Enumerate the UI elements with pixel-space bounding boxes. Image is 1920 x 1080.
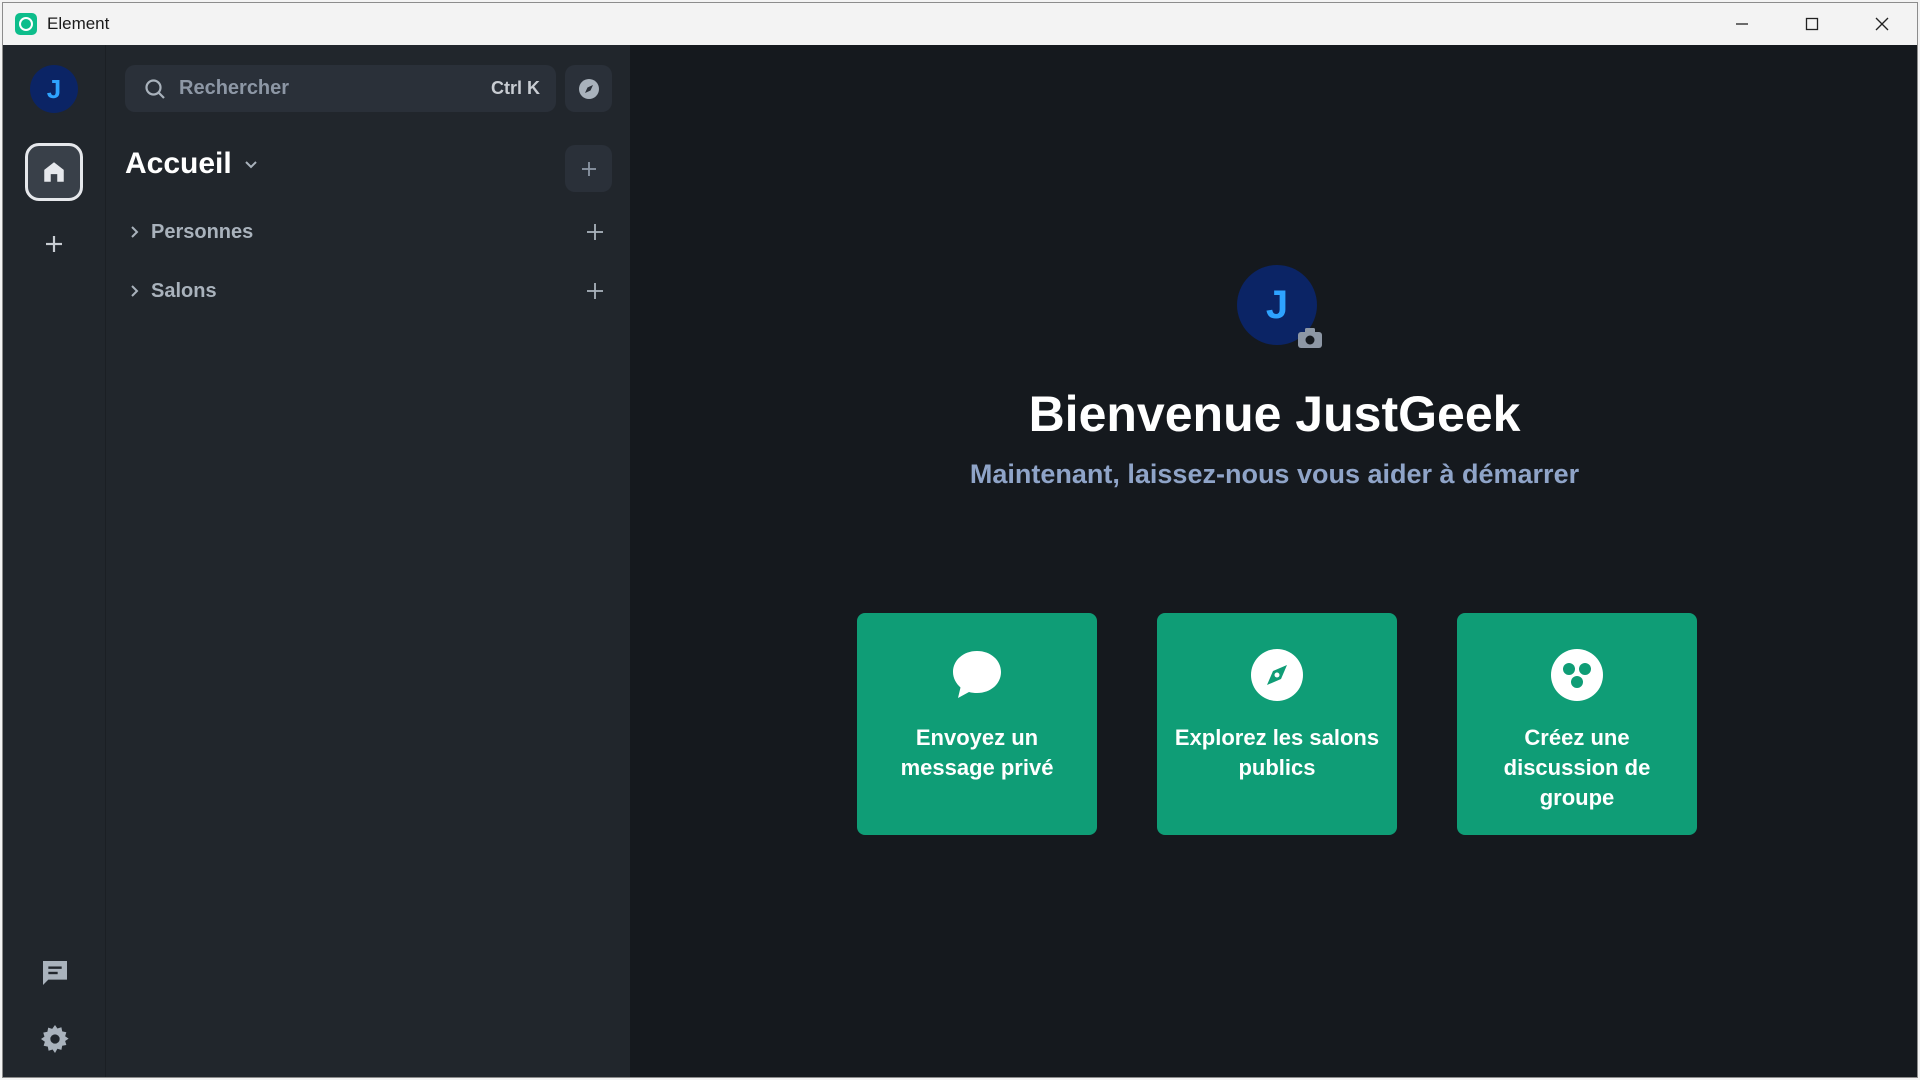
send-dm-card[interactable]: Envoyez un message privé [857, 613, 1097, 835]
minimize-icon [1736, 23, 1748, 25]
user-avatar[interactable]: J [30, 65, 78, 113]
add-space-button[interactable] [41, 231, 67, 257]
gear-icon [41, 1025, 69, 1053]
threads-icon [43, 961, 67, 985]
chat-bubble-icon [953, 651, 1001, 698]
section-personnes[interactable]: Personnes [125, 216, 615, 248]
plus-icon [46, 236, 62, 252]
home-page: J Bienvenue JustGeek Maintenant, laissez… [630, 45, 1917, 1077]
welcome-subtitle: Maintenant, laissez-nous vous aider à dé… [969, 459, 1580, 489]
maximize-button[interactable] [1777, 3, 1847, 45]
window-controls [1707, 3, 1917, 45]
plus-icon[interactable] [583, 279, 607, 303]
room-list-panel: Rechercher Ctrl K Accueil Personnes Salo… [105, 45, 630, 1077]
search-input[interactable]: Rechercher Ctrl K [125, 65, 556, 112]
maximize-icon [1805, 17, 1819, 31]
compass-icon [1251, 649, 1303, 701]
chevron-down-icon [245, 161, 257, 169]
chevron-right-icon [131, 226, 139, 238]
threads-button[interactable] [39, 957, 71, 989]
close-icon [1875, 17, 1889, 31]
card-label: Explorez les salons publics [1174, 725, 1380, 780]
create-group-card[interactable]: Créez une discussion de groupe [1457, 613, 1697, 835]
page-title: Accueil [125, 147, 232, 180]
search-shortcut: Ctrl K [491, 78, 540, 98]
title-bar: Element [3, 3, 1917, 45]
compass-icon [578, 78, 599, 99]
space-bar: J [3, 45, 105, 1077]
chevron-right-icon [131, 285, 139, 297]
section-label: Personnes [151, 220, 254, 243]
section-salons[interactable]: Salons [125, 275, 615, 307]
search-icon [145, 78, 165, 99]
plus-icon [581, 161, 596, 176]
home-space-button[interactable] [25, 143, 83, 201]
section-label: Salons [151, 279, 217, 302]
card-label: Envoyez un message privé [900, 725, 1054, 780]
minimize-button[interactable] [1707, 3, 1777, 45]
element-logo-icon [15, 13, 37, 35]
settings-button[interactable] [39, 1023, 71, 1055]
onboarding-cards: Envoyez un message privé Explorez les sa… [857, 613, 1697, 835]
group-icon [1551, 649, 1603, 701]
plus-icon[interactable] [583, 220, 607, 244]
card-label: Créez une discussion de groupe [1503, 725, 1651, 810]
app-window: Element J Rechercher Ctrl K Accueil Pers… [2, 2, 1918, 1078]
welcome-title: Bienvenue JustGeek [1028, 386, 1521, 442]
home-icon [44, 162, 64, 182]
camera-icon[interactable] [1297, 327, 1323, 349]
home-add-button[interactable] [565, 145, 612, 192]
search-placeholder: Rechercher [179, 77, 290, 99]
close-button[interactable] [1847, 3, 1917, 45]
window-title: Element [47, 14, 110, 33]
explore-public-rooms-card[interactable]: Explorez les salons publics [1157, 613, 1397, 835]
home-header[interactable]: Accueil [125, 147, 260, 181]
explore-rooms-button[interactable] [565, 65, 612, 112]
